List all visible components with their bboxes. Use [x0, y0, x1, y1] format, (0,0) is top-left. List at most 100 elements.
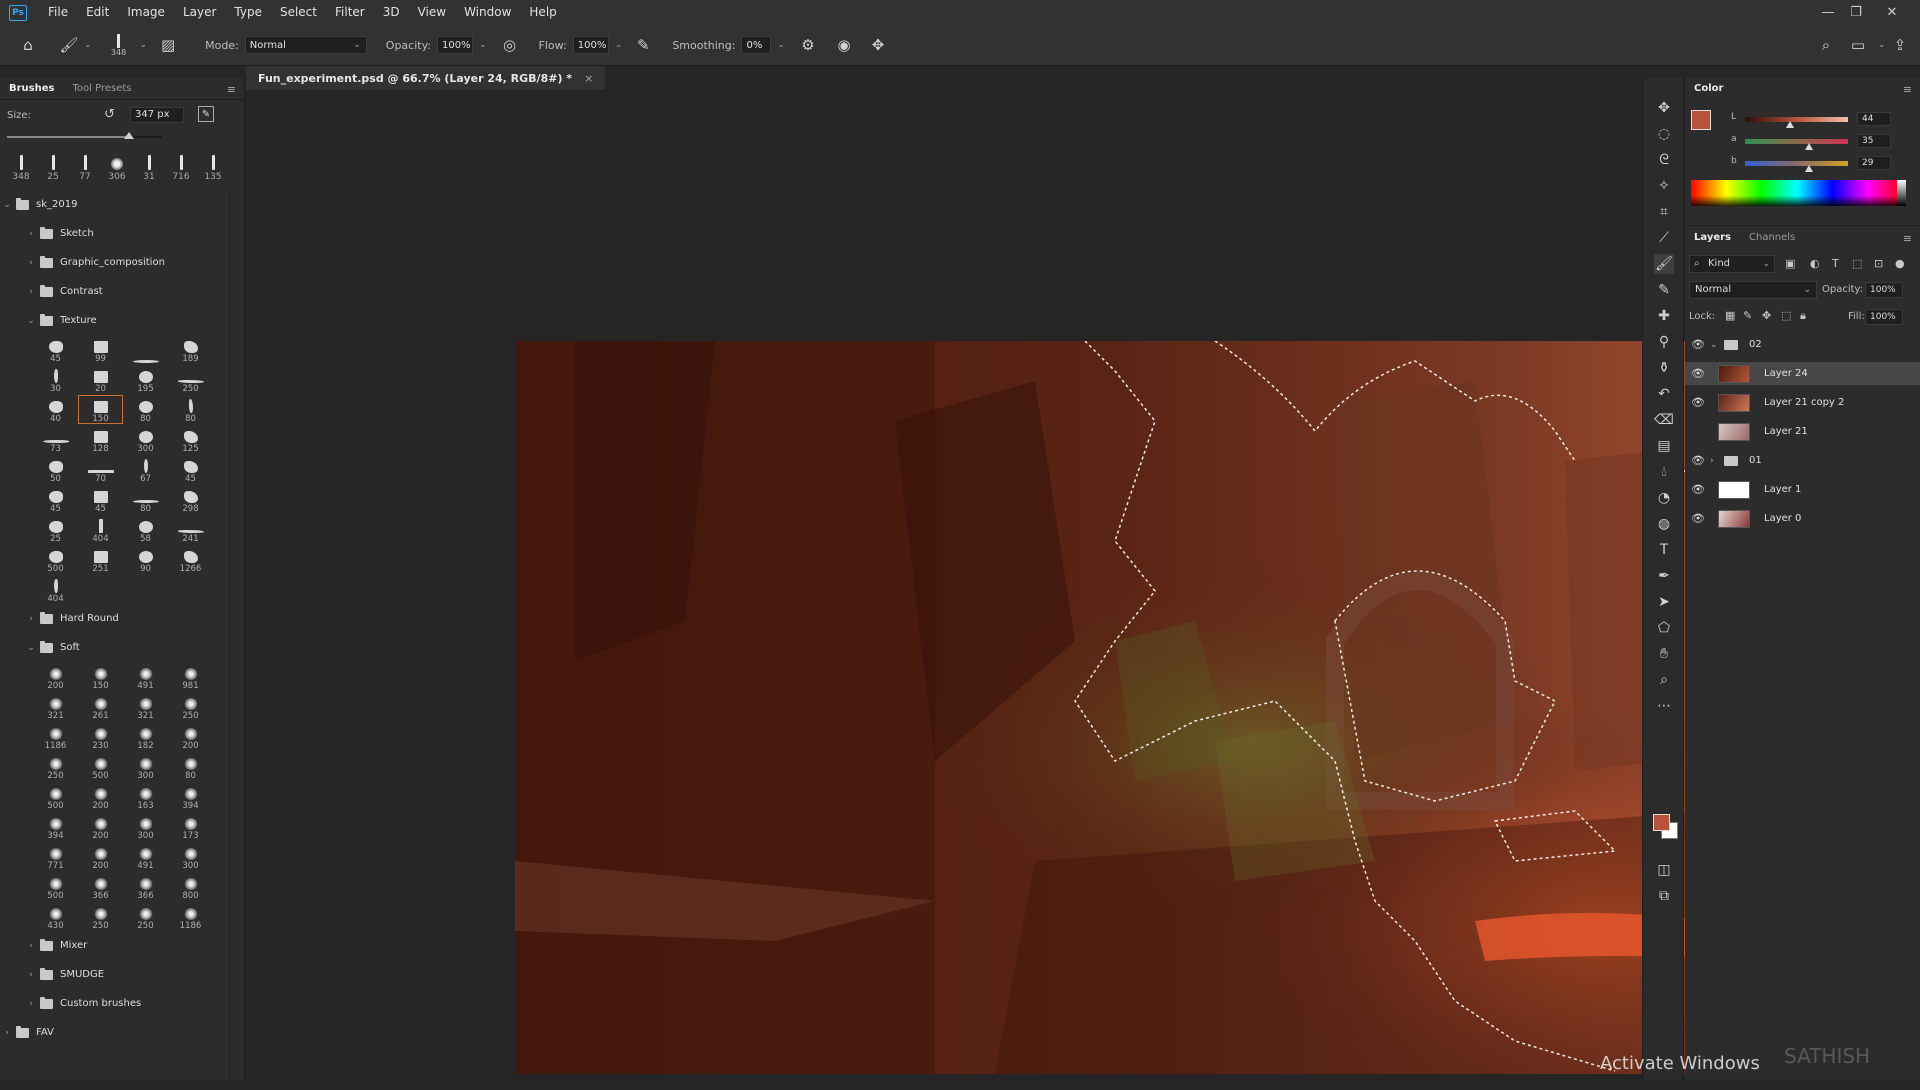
fill-input[interactable]: 100%	[1865, 309, 1903, 325]
blur-icon[interactable]: 💧︎	[1654, 462, 1674, 482]
chevron-right-icon[interactable]: ›	[1710, 456, 1714, 466]
menu-image[interactable]: Image	[118, 0, 174, 25]
brush-preset[interactable]: 182	[123, 722, 168, 751]
chevron-right-icon[interactable]: ›	[26, 287, 36, 297]
brush-preset[interactable]: 366	[123, 872, 168, 901]
lab-slider-l[interactable]: L 44	[1731, 112, 1911, 128]
recent-brush[interactable]: 77	[69, 150, 101, 182]
chevron-right-icon[interactable]: ›	[26, 999, 36, 1009]
brush-preset[interactable]: 45	[78, 485, 123, 514]
brush-preset[interactable]: 25	[33, 515, 78, 544]
lock-artboard-icon[interactable]: ⬚	[1781, 309, 1791, 322]
chevron-down-icon[interactable]: ⌄	[84, 40, 92, 50]
brush-preset[interactable]: 163	[123, 782, 168, 811]
grayscale-ramp[interactable]	[1897, 180, 1906, 206]
brush-preset[interactable]: 195	[123, 365, 168, 394]
tab-brushes[interactable]: Brushes	[0, 78, 63, 100]
search-icon[interactable]: ⌕	[1816, 36, 1836, 54]
brush-folder-soft[interactable]: ⌄ Soft	[0, 633, 232, 662]
brush-preset[interactable]: 128	[78, 425, 123, 454]
lab-slider-track[interactable]	[1745, 161, 1848, 166]
eyedropper-icon[interactable]: ⟋	[1654, 228, 1674, 248]
brush-preset[interactable]: 80	[168, 395, 213, 424]
eye-icon[interactable]: 👁︎	[1691, 396, 1705, 409]
type-icon[interactable]: T	[1654, 540, 1674, 560]
adjustment-filter-icon[interactable]: ◐	[1810, 257, 1820, 270]
sponge-icon[interactable]: ◍	[1654, 514, 1674, 534]
brush-preset[interactable]: 45	[168, 455, 213, 484]
brush-preset[interactable]: 500	[33, 545, 78, 574]
brush-preset[interactable]: 73	[33, 425, 78, 454]
flow-input[interactable]: 100%	[572, 36, 609, 54]
crop-icon[interactable]: ⌗	[1654, 202, 1674, 222]
brush-folder-hard-round[interactable]: › Hard Round	[0, 604, 232, 633]
layer-row[interactable]: 👁︎ Layer 24	[1685, 362, 1920, 385]
menu-layer[interactable]: Layer	[174, 0, 225, 25]
shape-icon[interactable]: ⬠	[1654, 618, 1674, 638]
menu-filter[interactable]: Filter	[326, 0, 374, 25]
brush-preset[interactable]: 80	[168, 752, 213, 781]
brush-preset[interactable]: 250	[78, 902, 123, 931]
eye-icon[interactable]: 👁︎	[1691, 338, 1705, 351]
brush-preset[interactable]: 241	[168, 515, 213, 544]
brush-preset[interactable]: 250	[168, 365, 213, 394]
brush-folder-sk-2019[interactable]: ⌄ sk_2019	[0, 190, 232, 219]
chevron-down-icon[interactable]: ⌄	[615, 40, 623, 50]
brush-preset-picker[interactable]: 348	[102, 33, 136, 57]
mode-select[interactable]: Normal ⌄	[244, 36, 367, 54]
brush-preset[interactable]: 200	[78, 782, 123, 811]
brush-preset[interactable]: 90	[123, 545, 168, 574]
brush-folder-mixer[interactable]: › Mixer	[0, 931, 232, 960]
recent-brush[interactable]: 348	[5, 150, 37, 182]
close-tab-icon[interactable]: ×	[584, 72, 593, 85]
menu-3d[interactable]: 3D	[374, 0, 409, 25]
airbrush-icon[interactable]: ✎	[632, 36, 654, 54]
brush-folder-graphic-composition[interactable]: › Graphic_composition	[0, 248, 232, 277]
layer-row[interactable]: Layer 21	[1685, 420, 1920, 443]
type-filter-icon[interactable]: T	[1832, 257, 1839, 270]
brush-preset[interactable]: 45	[33, 485, 78, 514]
brush-preset[interactable]: 404	[78, 515, 123, 544]
chevron-right-icon[interactable]: ›	[26, 614, 36, 624]
recent-brush[interactable]: 135	[197, 150, 229, 182]
panel-menu-icon[interactable]: ≡	[1903, 232, 1912, 245]
lab-value-input[interactable]: 35	[1857, 134, 1891, 148]
layer-row[interactable]: 👁︎ Layer 1	[1685, 478, 1920, 501]
menu-type[interactable]: Type	[225, 0, 271, 25]
brush-preset[interactable]: 70	[78, 455, 123, 484]
opacity-input[interactable]: 100%	[437, 36, 473, 54]
lab-value-input[interactable]: 29	[1857, 156, 1891, 170]
menu-file[interactable]: File	[39, 0, 77, 25]
brush-preset[interactable]: 150	[78, 395, 123, 424]
filter-toggle-icon[interactable]: ●	[1895, 257, 1905, 270]
brush-preset[interactable]: 20	[78, 365, 123, 394]
workspace-icon[interactable]: ▭	[1848, 36, 1868, 54]
foreground-color-swatch[interactable]	[1653, 814, 1670, 831]
brush-preset[interactable]: 394	[168, 782, 213, 811]
brush-preset[interactable]: 200	[78, 842, 123, 871]
brush-preset[interactable]: 250	[33, 752, 78, 781]
recent-brush[interactable]: 306	[101, 150, 133, 182]
color-spectrum[interactable]	[1691, 180, 1903, 206]
history-brush-icon[interactable]: ↶	[1654, 384, 1674, 404]
lock-image-icon[interactable]: ✎	[1743, 309, 1752, 322]
brush-preset[interactable]: 491	[123, 842, 168, 871]
brush-preset[interactable]: 261	[78, 692, 123, 721]
color-foreground-swatch[interactable]	[1691, 110, 1711, 130]
brush-preset[interactable]: 300	[168, 842, 213, 871]
lasso-icon[interactable]: ᘓ	[1654, 150, 1674, 170]
brush-preset[interactable]: 500	[78, 752, 123, 781]
eye-icon[interactable]: 👁︎	[1691, 483, 1705, 496]
brush-folder-contrast[interactable]: › Contrast	[0, 277, 232, 306]
brush-preset[interactable]: 500	[33, 782, 78, 811]
recent-brush[interactable]: 31	[133, 150, 165, 182]
size-slider[interactable]	[7, 132, 162, 139]
chevron-down-icon[interactable]: ⌄	[1710, 340, 1718, 350]
color-swatches[interactable]	[1653, 814, 1679, 840]
eye-icon[interactable]: 👁︎	[1691, 512, 1705, 525]
restore-icon[interactable]: ❐	[1842, 0, 1870, 25]
brush-preset[interactable]: 67	[123, 455, 168, 484]
pencil-icon[interactable]: ✎	[1654, 280, 1674, 300]
eye-icon[interactable]: 👁︎	[1691, 367, 1705, 380]
brush-preset[interactable]: 125	[168, 425, 213, 454]
